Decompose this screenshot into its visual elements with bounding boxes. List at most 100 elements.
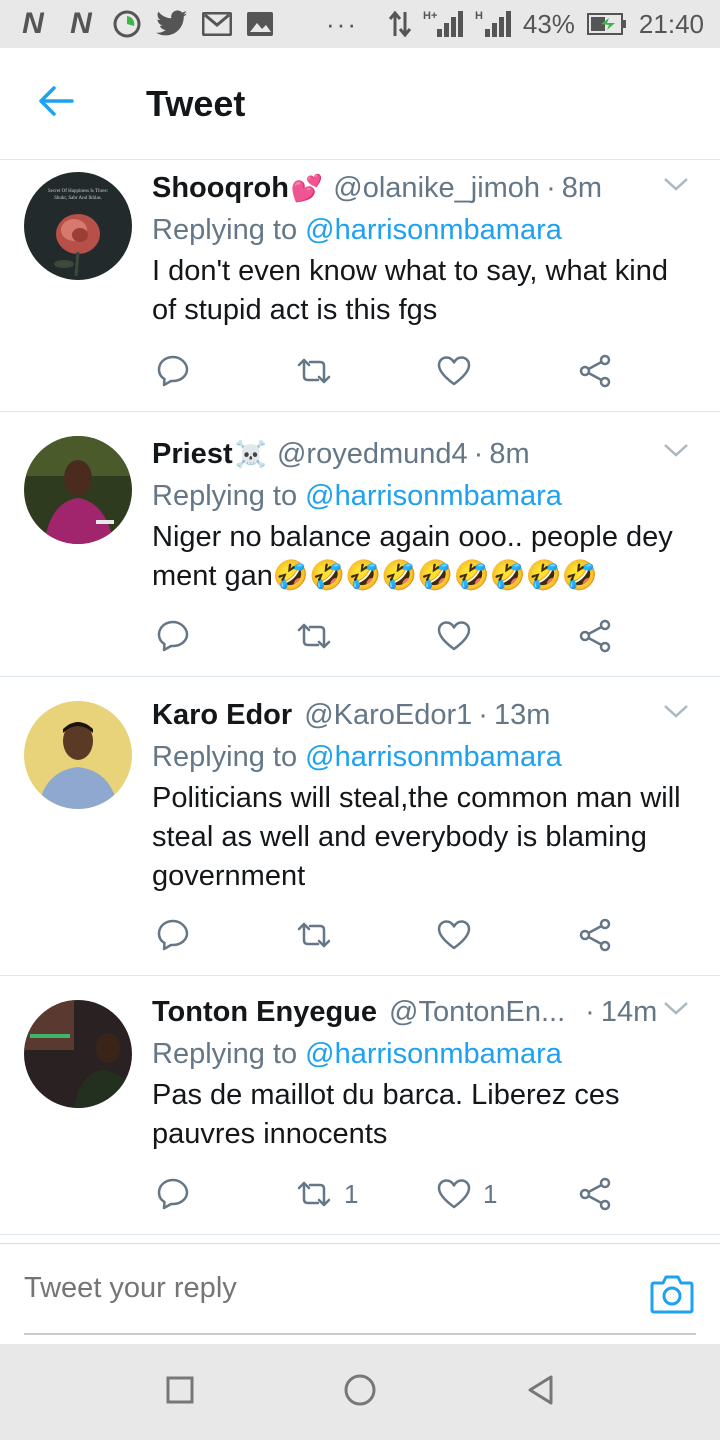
back-button[interactable] [0, 48, 112, 160]
retweet-button[interactable] [296, 920, 344, 950]
tweet-menu-button[interactable] [656, 697, 696, 729]
data-transfer-icon [388, 9, 411, 39]
recent-apps-button[interactable] [162, 1374, 198, 1410]
page-title: Tweet [146, 82, 246, 124]
reply-to-handle[interactable]: @harrisonmbamara [305, 480, 562, 512]
more-notifications-icon: ··· [326, 8, 358, 39]
chevron-down-icon [663, 703, 689, 724]
reply-button[interactable] [156, 354, 190, 388]
signal-h-icon: H [475, 9, 511, 39]
svg-text:Secret Of Happiness Is Three:: Secret Of Happiness Is Three: [48, 189, 108, 194]
gallery-icon [246, 9, 274, 39]
share-button[interactable] [578, 918, 612, 952]
circle-icon [343, 1373, 377, 1412]
like-count: 1 [483, 1178, 498, 1209]
signal-h-plus-icon: H+ [423, 9, 463, 39]
tweet-actions: 1 1 [152, 1174, 696, 1214]
reply-icon [156, 354, 190, 388]
like-button[interactable] [437, 919, 483, 951]
tweet-time: 13m [493, 699, 551, 731]
reply-icon [156, 619, 190, 653]
reply-to-handle[interactable]: @harrisonmbamara [305, 1038, 562, 1070]
author-handle[interactable]: @olanike_jimoh [333, 168, 540, 208]
tweet-item[interactable]: Tonton Enyegue @TontonEn... · 14m Replyi… [0, 976, 720, 1235]
tweet-menu-button[interactable] [656, 994, 696, 1026]
whatsapp-icon [112, 9, 142, 39]
reply-to-handle[interactable]: @harrisonmbamara [305, 741, 562, 773]
tweet-actions [152, 915, 696, 955]
reply-icon [156, 918, 190, 952]
share-button[interactable] [578, 619, 612, 653]
tweet-actions [152, 351, 696, 391]
reply-button[interactable] [156, 918, 190, 952]
tweet-item[interactable]: Secret Of Happiness Is Three: Shukr, Sab… [0, 160, 720, 412]
share-button[interactable] [578, 354, 612, 388]
author-emoji: ☠️ [234, 439, 267, 469]
heart-icon [437, 620, 471, 652]
tweet-text: Politicians will steal,the common man wi… [152, 782, 681, 892]
avatar[interactable] [24, 701, 132, 809]
camera-button[interactable] [650, 1274, 694, 1314]
reply-button[interactable] [156, 1177, 190, 1211]
battery-percent: 43% [522, 8, 575, 39]
author-name[interactable]: Tonton Enyegue [152, 992, 377, 1032]
retweet-count: 1 [344, 1178, 359, 1209]
replying-to: Replying to @harrisonmbamara [152, 741, 562, 773]
notification-n-icon: N [70, 7, 92, 40]
twitter-bird-icon [156, 9, 188, 39]
battery-charging-icon [586, 9, 627, 39]
chevron-down-icon [663, 442, 689, 463]
share-icon [578, 918, 612, 952]
tweet-text: I don't even know what to say, what kind… [152, 255, 669, 326]
author-name[interactable]: Shooqroh [152, 168, 289, 208]
retweet-button[interactable] [296, 356, 344, 386]
retweet-icon [296, 920, 332, 950]
reply-composer [0, 1243, 720, 1343]
share-icon [578, 619, 612, 653]
author-handle[interactable]: @TontonEn... [389, 992, 565, 1032]
home-button[interactable] [342, 1374, 378, 1410]
svg-text:H+: H+ [423, 10, 437, 22]
app-header: Tweet [0, 48, 720, 160]
author-name[interactable]: Karo Edor [152, 695, 292, 735]
heart-icon [437, 919, 471, 951]
svg-text:Shukr, Sabr And Ikhlas.: Shukr, Sabr And Ikhlas. [54, 196, 102, 201]
author-emoji: 💕 [290, 173, 324, 203]
tweet-time: 8m [561, 172, 603, 204]
like-button[interactable]: 1 [437, 1178, 497, 1210]
tweet-menu-button[interactable] [656, 436, 696, 468]
retweet-icon [296, 1179, 332, 1209]
replying-to: Replying to @harrisonmbamara [152, 480, 562, 512]
reply-button[interactable] [156, 619, 190, 653]
reply-to-handle[interactable]: @harrisonmbamara [305, 214, 562, 246]
reply-icon [156, 1177, 190, 1211]
notification-n-icon: N [22, 7, 44, 40]
tweet-item[interactable]: Karo Edor @KaroEdor1 · 13m Replying to @… [0, 677, 720, 976]
share-button[interactable] [578, 1177, 612, 1211]
like-button[interactable] [437, 620, 483, 652]
author-handle[interactable]: @royedmund4 [277, 434, 468, 474]
retweet-button[interactable] [296, 621, 344, 651]
author-name[interactable]: Priest [152, 434, 233, 474]
avatar[interactable]: Secret Of Happiness Is Three: Shukr, Sab… [24, 172, 132, 280]
avatar[interactable] [24, 1000, 132, 1108]
retweet-icon [296, 356, 332, 386]
retweet-button[interactable]: 1 [296, 1179, 358, 1210]
replying-to: Replying to @harrisonmbamara [152, 1038, 562, 1070]
tweet-actions [152, 616, 696, 656]
share-icon [578, 1177, 612, 1211]
back-nav-button[interactable] [522, 1374, 558, 1410]
camera-icon [650, 1275, 694, 1318]
tweet-text: Niger no balance again ooo.. people dey … [152, 521, 673, 592]
author-handle[interactable]: @KaroEdor1 [304, 695, 472, 735]
arrow-left-icon [38, 85, 74, 122]
tweet-item[interactable]: Priest ☠️ @royedmund4 · 8m Replying to @… [0, 412, 720, 677]
gmail-icon [202, 9, 232, 39]
tweet-time: 8m [489, 438, 530, 470]
avatar[interactable] [24, 436, 132, 544]
heart-icon [437, 1178, 471, 1210]
tweet-menu-button[interactable] [656, 170, 696, 202]
like-button[interactable] [437, 355, 483, 387]
triangle-back-icon [526, 1374, 554, 1411]
reply-input[interactable] [24, 1272, 624, 1305]
